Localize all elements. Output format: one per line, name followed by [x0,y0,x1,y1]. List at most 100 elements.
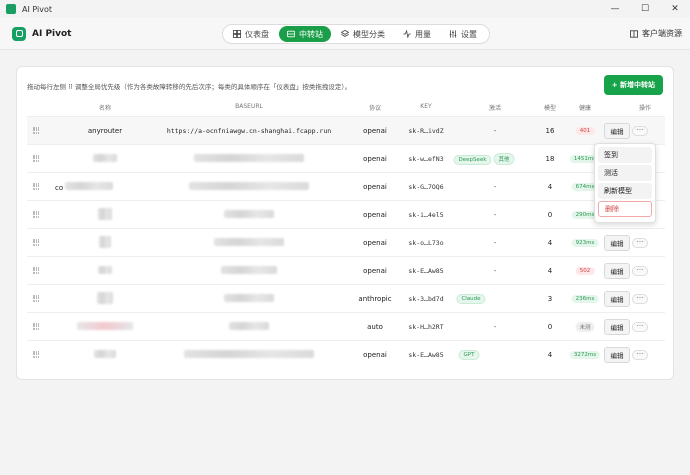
health-badge: 923ms [571,238,599,247]
tab-model-category[interactable]: 模型分类 [333,26,393,42]
edit-button[interactable]: 编辑 [604,346,630,363]
book-icon [630,29,638,38]
relay-table-body: anyrouter https://a-ocnfniawgw.cn-shangh… [27,116,665,368]
col-protocol: 协议 [368,105,382,112]
redacted-baseurl [189,181,309,192]
col-models: 模型 [543,105,557,112]
relay-protocol: openai [363,266,387,275]
drag-handle-icon[interactable] [33,183,39,190]
category-tag: Claude [456,293,486,304]
more-button[interactable]: ··· [632,349,648,360]
drag-handle-icon[interactable] [33,295,39,302]
drag-handle-icon[interactable] [33,267,39,274]
redacted-name [97,291,113,306]
relay-key: sk-G…7OQ6 [408,182,444,191]
more-button[interactable]: ··· [632,321,648,332]
tab-label: 用量 [415,29,431,39]
col-activate: 激活 [488,105,502,112]
close-button[interactable]: ✕ [660,0,690,18]
tab-label: 中转站 [299,29,323,39]
drag-handle-icon[interactable] [33,155,39,162]
relay-model-count: 18 [545,154,555,163]
table-row: co openai sk-G…7OQ6 - 4 674ms [27,172,665,200]
drag-handle-icon[interactable] [33,239,39,246]
maximize-button[interactable]: ☐ [630,0,660,18]
relay-key: sk-E…Aw85 [408,266,444,275]
relay-model-count: 0 [547,210,553,219]
redacted-baseurl [224,209,274,220]
edit-button[interactable]: 编辑 [604,122,630,139]
more-button[interactable]: ··· [632,237,648,248]
tab-dashboard[interactable]: 仪表盘 [225,26,277,42]
relay-protocol: auto [367,322,383,331]
drag-handle-icon[interactable] [33,211,39,218]
brand-logo-icon [12,26,26,41]
relay-list-card: 拖动每行左侧 ⠿ 调整全局优先级（作为各类故障转移的先后次序；每类的具体顺序在「… [16,66,674,380]
category-tag: DeepSeek [453,154,492,165]
more-button[interactable]: ··· [632,125,648,136]
redacted-name [77,321,133,332]
health-badge: 未测 [575,321,595,332]
menu-item-checkin[interactable]: 签到 [598,147,652,163]
table-row: openai sk-i…4el5 - 0 290ms [27,200,665,228]
window-title: AI Pivot [22,4,53,14]
activity-icon [403,30,411,38]
table-header: 名称 BASEURL 协议 KEY 激活 模型 健康 操作 [27,101,665,113]
category-tags: GPT [458,349,482,360]
table-row: anyrouter https://a-ocnfniawgw.cn-shangh… [27,116,665,144]
more-button[interactable]: ··· [632,293,648,304]
drag-handle-icon[interactable] [33,127,39,134]
app-icon [6,4,16,14]
layers-icon [341,30,349,37]
relay-model-count: 4 [547,238,553,247]
client-resources-link[interactable]: 客户端资源 [630,28,682,39]
tab-settings[interactable]: 设置 [441,26,485,42]
more-button[interactable]: ··· [632,265,648,276]
relay-activate: - [493,238,497,247]
redacted-baseurl [184,349,314,360]
redacted-baseurl [214,237,284,248]
row-actions-menu: 签到 测活 刷新模型 删除 [594,143,656,223]
app-header: AI Pivot 仪表盘 中转站 模型分类 用量 设置 客户端资源 [0,18,690,50]
priority-hint: 拖动每行左侧 ⠿ 调整全局优先级（作为各类故障转移的先后次序；每类的具体顺序在「… [27,83,352,91]
relay-activate: - [493,126,497,135]
drag-handle-icon[interactable] [33,351,39,358]
edit-button[interactable]: 编辑 [604,290,630,307]
edit-button[interactable]: 编辑 [604,262,630,279]
relay-key: sk-w…efN3 [408,154,444,163]
relay-baseurl: https://a-ocnfniawgw.cn-shanghai.fcapp.r… [166,126,332,135]
menu-item-refresh-models[interactable]: 刷新模型 [598,183,652,199]
relay-protocol: openai [363,238,387,247]
relay-model-count: 4 [547,350,553,359]
menu-item-delete[interactable]: 删除 [598,201,652,217]
tab-relay[interactable]: 中转站 [279,26,331,42]
minimize-button[interactable]: — [600,0,630,18]
tab-label: 仪表盘 [245,29,269,39]
add-relay-button[interactable]: + 新增中转站 [603,75,663,95]
edit-button[interactable]: 编辑 [604,318,630,335]
category-tags: Claude [456,293,487,304]
col-key: KEY [420,103,432,110]
sliders-icon [449,30,457,38]
edit-button[interactable]: 编辑 [604,234,630,251]
dashboard-icon [233,30,241,38]
relay-protocol: openai [363,350,387,359]
relay-key: sk-i…4el5 [408,210,444,219]
tab-usage[interactable]: 用量 [395,26,439,42]
menu-item-test[interactable]: 测活 [598,165,652,181]
relay-activate: - [493,182,497,191]
relay-model-count: 16 [545,126,555,135]
redacted-name [94,349,116,360]
redacted-baseurl [194,153,304,164]
category-tag: GPT [458,349,480,360]
relay-protocol: anthropic [358,294,392,303]
redacted-name [99,235,111,250]
relay-key: sk-R…ivdZ [408,126,444,135]
health-badge: 401 [575,126,595,135]
category-tags: DeepSeek 其他 [453,152,517,165]
col-name: 名称 [98,105,112,112]
col-actions: 操作 [638,105,652,112]
relay-protocol: openai [363,154,387,163]
drag-handle-icon[interactable] [33,323,39,330]
window-titlebar: AI Pivot — ☐ ✕ [0,0,690,18]
